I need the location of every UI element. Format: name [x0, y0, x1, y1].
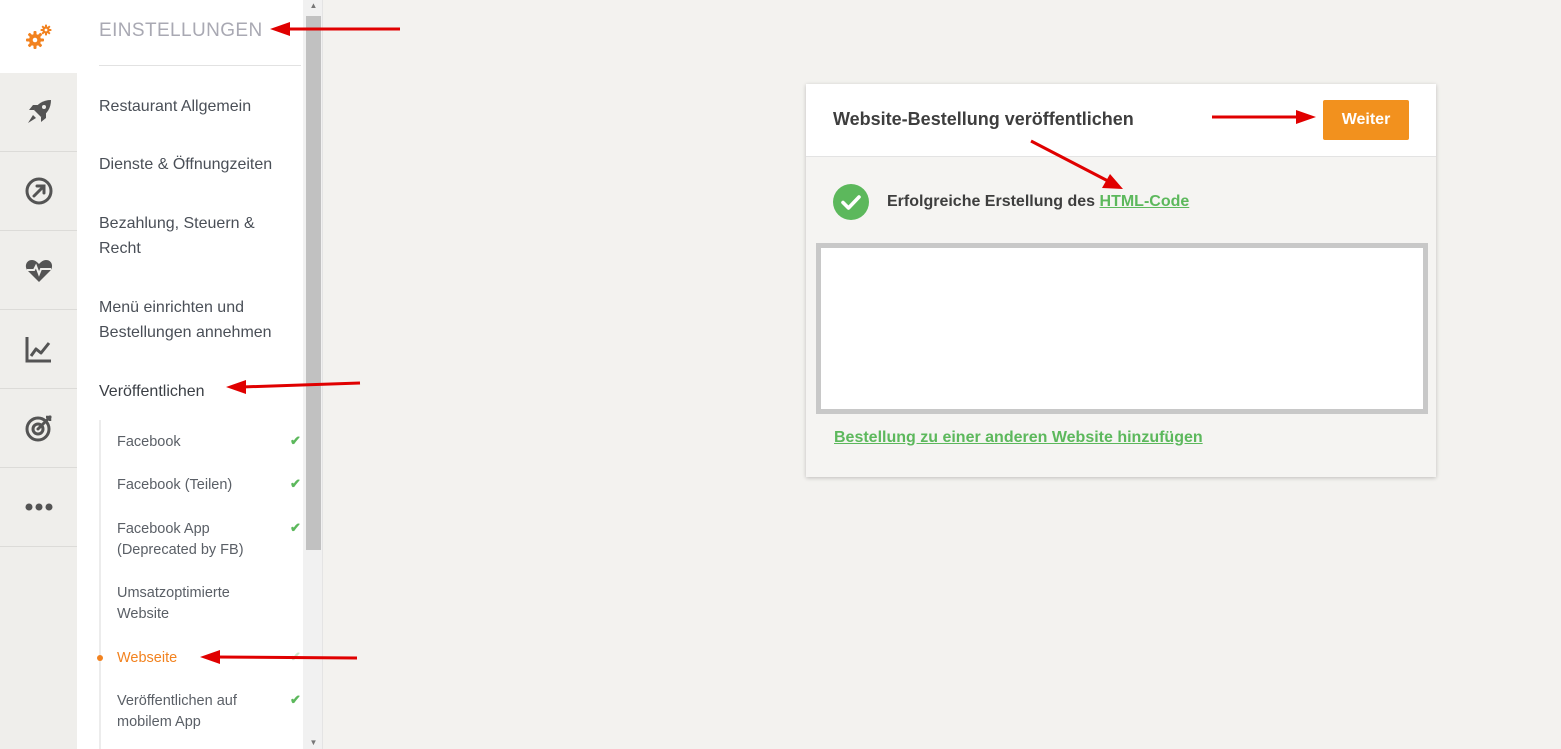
- rail-reports-button[interactable]: [0, 310, 77, 389]
- nav-bezahlung-steuern-recht[interactable]: Bezahlung, Steuern & Recht: [99, 211, 289, 261]
- rail-launch-button[interactable]: [0, 73, 77, 152]
- success-text: Erfolgreiche Erstellung des: [887, 193, 1096, 210]
- subnav-facebook-teilen[interactable]: Facebook (Teilen): [117, 475, 267, 496]
- heartbeat-icon: [25, 260, 52, 282]
- check-icon: ✔: [290, 649, 301, 664]
- subnav-umsatzoptimierte-website[interactable]: Umsatzoptimierte Website: [117, 583, 267, 625]
- settings-panel: EINSTELLUNGEN Restaurant Allgemein Diens…: [77, 0, 303, 749]
- subnav-facebook-app[interactable]: Facebook App (Deprecated by FB): [117, 519, 267, 561]
- success-check-icon: [833, 184, 869, 220]
- more-icon: [25, 503, 52, 511]
- check-icon: ✔: [290, 433, 301, 448]
- rail-more-button[interactable]: [0, 468, 77, 547]
- success-message: Erfolgreiche Erstellung des HTML-Code: [887, 193, 1189, 211]
- rail-marketing-button[interactable]: [0, 389, 77, 468]
- check-icon: ✔: [290, 692, 301, 707]
- check-icon: ✔: [290, 520, 301, 535]
- subnav-mobile-app[interactable]: Veröffentlichen auf mobilem App: [117, 691, 267, 733]
- html-code-textarea[interactable]: [816, 243, 1428, 414]
- nav-restaurant-allgemein[interactable]: Restaurant Allgemein: [99, 94, 289, 119]
- divider: [99, 65, 301, 66]
- target-icon: [25, 415, 51, 442]
- add-other-website-link[interactable]: Bestellung zu einer anderen Website hinz…: [834, 429, 1203, 447]
- scrollbar-thumb[interactable]: [306, 16, 321, 550]
- circular-arrow-icon: [25, 177, 52, 205]
- icon-rail: [0, 0, 77, 749]
- card-title: Website-Bestellung veröffentlichen: [833, 109, 1134, 129]
- rail-settings-button[interactable]: [0, 0, 77, 73]
- nav-veroeffentlichen[interactable]: Veröffentlichen: [99, 379, 289, 404]
- check-icon: ✔: [290, 476, 301, 491]
- gears-icon: [25, 24, 51, 49]
- html-code-link[interactable]: HTML-Code: [1100, 193, 1190, 210]
- submenu-line: [99, 420, 101, 749]
- subnav-webseite[interactable]: Webseite: [117, 648, 267, 669]
- card-header: Website-Bestellung veröffentlichen Weite…: [806, 84, 1436, 157]
- panel-title: EINSTELLUNGEN: [99, 20, 263, 41]
- active-indicator-dot: [97, 655, 103, 661]
- rail-growth-button[interactable]: [0, 152, 77, 231]
- weiter-button[interactable]: Weiter: [1323, 100, 1409, 140]
- scroll-up-arrow[interactable]: ▲: [306, 0, 321, 12]
- rocket-icon: [27, 100, 51, 123]
- publish-card: Website-Bestellung veröffentlichen Weite…: [806, 84, 1436, 477]
- nav-menue-einrichten[interactable]: Menü einrichten und Bestellungen annehme…: [99, 295, 289, 345]
- subnav-facebook[interactable]: Facebook: [117, 432, 267, 453]
- scroll-down-arrow[interactable]: ▼: [306, 737, 321, 749]
- nav-dienste-oeffnungszeiten[interactable]: Dienste & Öffnungzeiten: [99, 152, 289, 177]
- rail-health-button[interactable]: [0, 231, 77, 310]
- line-chart-icon: [25, 337, 51, 363]
